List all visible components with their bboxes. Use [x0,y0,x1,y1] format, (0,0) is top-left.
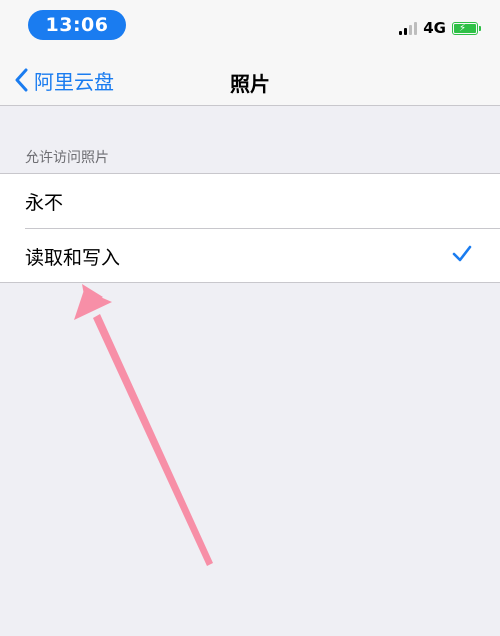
section-header: 允许访问照片 [25,150,109,166]
permission-options-list: 永不 读取和写入 [0,173,500,283]
signal-icon [399,21,418,35]
status-indicators: 4G ⚡ [399,18,481,38]
option-label: 永不 [25,192,64,214]
option-label: 读取和写入 [25,247,121,269]
status-bar: 13:06 4G ⚡ [0,0,500,54]
battery-charging-icon: ⚡ [452,21,481,35]
navigation-bar: 阿里云盘 照片 [0,54,500,106]
option-read-write[interactable]: 读取和写入 [0,229,500,283]
checkmark-icon [452,245,472,262]
option-never[interactable]: 永不 [0,174,500,229]
network-type: 4G [423,19,446,37]
status-time[interactable]: 13:06 [28,10,126,40]
page-title: 照片 [230,72,270,96]
